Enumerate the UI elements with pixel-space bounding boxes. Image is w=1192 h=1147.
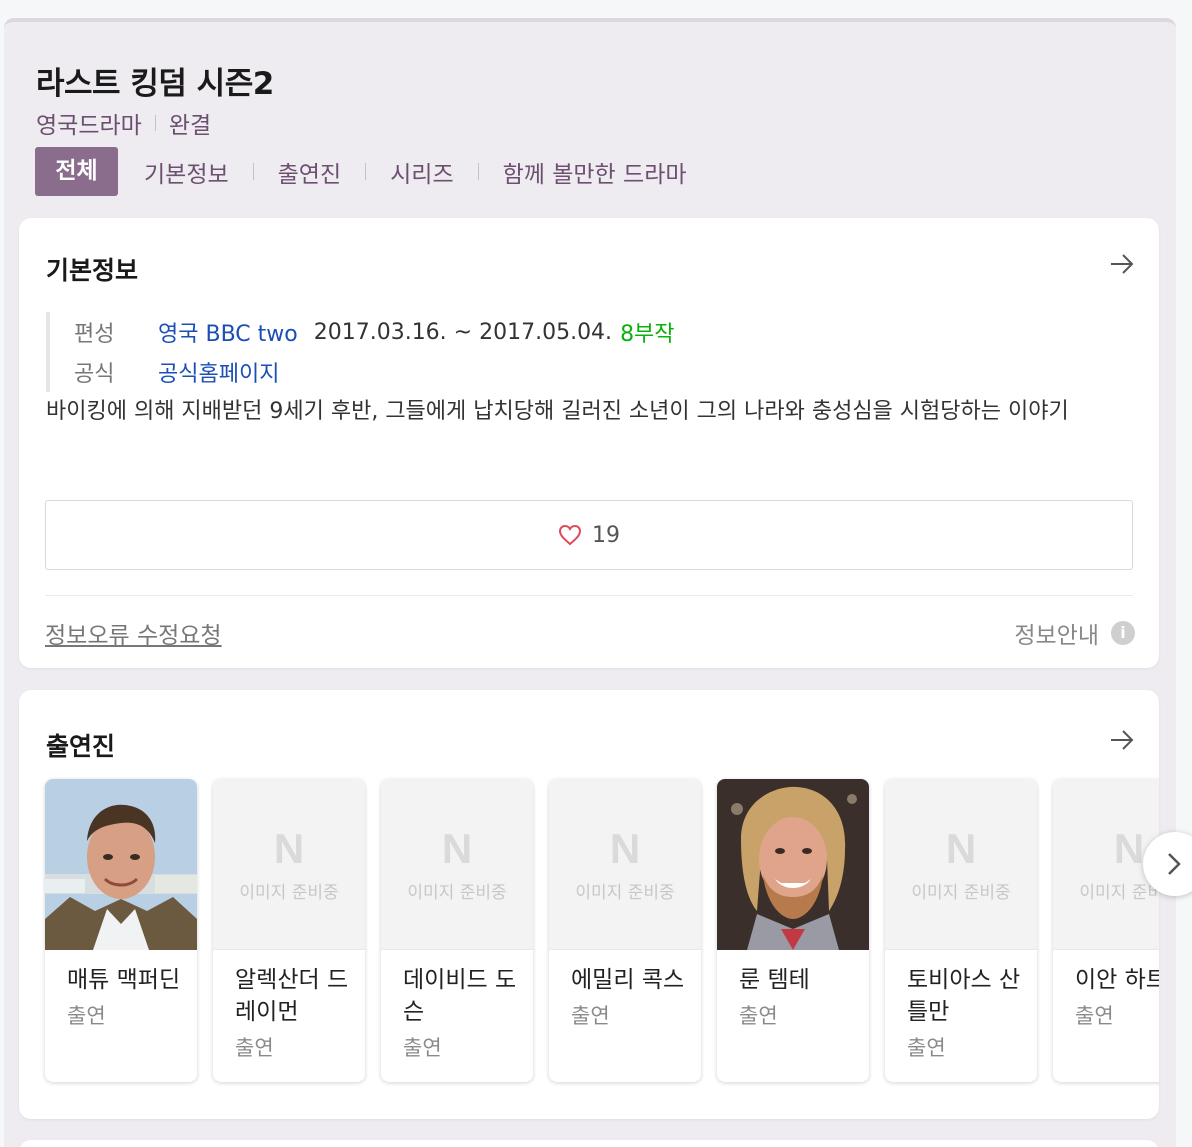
cast-role: 출연 [235, 1036, 274, 1060]
basic-info-card: 기본정보 편성 영국 BBC two 2017.03.16. ~ 2017.05… [19, 218, 1159, 668]
cast-name-text: 이안 하트 [1075, 967, 1159, 993]
cast-name-text: 에밀리 콕스 [571, 967, 685, 993]
tab-cast[interactable]: 출연진 [278, 155, 341, 189]
tab-series[interactable]: 시리즈 [390, 155, 453, 189]
synopsis: 바이킹에 의해 지배받던 9세기 후반, 그들에게 납치당해 길러진 소년이 그… [46, 399, 1069, 424]
channel-link[interactable]: 영국 BBC two [158, 316, 298, 348]
naver-n-icon: N [609, 824, 641, 872]
info-notice[interactable]: 정보안내 i [1014, 616, 1135, 650]
naver-n-icon: N [441, 824, 473, 872]
cast-name-text: 알렉산더 드레이먼 [235, 967, 349, 1025]
tab-divider [477, 163, 479, 180]
cast-name-text: 데이비드 도슨 [403, 967, 517, 1025]
cast-item[interactable]: N 이미지 준비중 에밀리 콕스 출연 [549, 779, 701, 1082]
broadcast-row: 편성 영국 BBC two 2017.03.16. ~ 2017.05.04. … [74, 312, 675, 352]
cast-name: 토비아스 산틀만 출연 [907, 964, 1032, 1064]
report-error-link[interactable]: 정보오류 수정요청 [45, 616, 222, 650]
cast-list: 매튜 맥퍼딘 출연 N 이미지 준비중 알렉산더 드레이먼 출연 N 이미지 준… [45, 779, 1159, 1082]
cast-item[interactable]: 룬 템테 출연 [717, 779, 869, 1082]
drama-meta: 영국드라마 완결 [36, 106, 211, 140]
cast-item[interactable]: N 이미지 준비중 데이비드 도슨 출연 [381, 779, 533, 1082]
broadcast-label: 편성 [74, 322, 115, 347]
drama-info-panel: 라스트 킹덤 시즌2 영국드라마 완결 전체 기본정보 출연진 시리즈 함께 볼… [4, 18, 1176, 1147]
placeholder-text: 이미지 준비중 [575, 882, 675, 903]
tab-divider [365, 163, 367, 180]
image-placeholder: N 이미지 준비중 [381, 779, 533, 950]
cast-photo [45, 779, 197, 950]
image-placeholder: N 이미지 준비중 [213, 779, 365, 950]
heart-icon [558, 524, 582, 546]
tab-basic-info[interactable]: 기본정보 [144, 155, 229, 189]
cast-name: 알렉산더 드레이먼 출연 [235, 964, 360, 1064]
arrow-right-icon[interactable] [1109, 253, 1135, 275]
info-icon: i [1111, 621, 1135, 645]
cast-name: 룬 템테 출연 [739, 964, 864, 1032]
meta-divider [154, 115, 156, 131]
episode-count: 8부작 [620, 322, 675, 347]
cast-item[interactable]: N 이미지 준비중 토비아스 산틀만 출연 [885, 779, 1037, 1082]
official-row: 공식 공식홈페이지 [74, 352, 675, 392]
naver-n-icon: N [945, 824, 977, 872]
official-homepage-link[interactable]: 공식홈페이지 [158, 356, 279, 388]
next-section-card [19, 1140, 1159, 1147]
cast-role: 출연 [571, 1004, 610, 1028]
cast-card-section: 출연진 매튜 맥퍼딘 출연 N 이미지 준비중 알렉산더 드레이먼 출연 N 이… [19, 690, 1159, 1119]
cast-item[interactable]: N 이미지 준비중 알렉산더 드레이먼 출연 [213, 779, 365, 1082]
naver-n-icon: N [273, 824, 305, 872]
cast-item[interactable]: 매튜 맥퍼딘 출연 [45, 779, 197, 1082]
placeholder-text: 이미지 준비중 [239, 882, 339, 903]
official-label: 공식 [74, 362, 115, 387]
cast-role: 출연 [67, 1004, 106, 1028]
broadcast-info: 편성 영국 BBC two 2017.03.16. ~ 2017.05.04. … [46, 312, 675, 392]
cast-photo [717, 779, 869, 950]
naver-n-icon: N [1113, 824, 1145, 872]
divider [45, 595, 1133, 596]
broadcast-period: 2017.03.16. ~ 2017.05.04. [313, 319, 613, 345]
chevron-right-icon [1168, 853, 1181, 875]
cast-name: 이안 하트 출연 [1075, 964, 1159, 1032]
genre-link[interactable]: 영국드라마 [36, 106, 142, 140]
image-placeholder: N 이미지 준비중 [885, 779, 1037, 950]
arrow-right-icon[interactable] [1109, 729, 1135, 751]
cast-role: 출연 [1075, 1004, 1114, 1028]
cast-name-text: 룬 템테 [739, 967, 810, 993]
cast-name: 에밀리 콕스 출연 [571, 964, 696, 1032]
tab-bar: 전체 기본정보 출연진 시리즈 함께 볼만한 드라마 [35, 147, 687, 196]
page-title: 라스트 킹덤 시즌2 [36, 66, 274, 102]
status-text: 완결 [168, 113, 212, 139]
cast-role: 출연 [403, 1036, 442, 1060]
cast-item[interactable]: N 이미지 준비중 이안 하트 출연 [1053, 779, 1159, 1082]
image-placeholder: N 이미지 준비중 [549, 779, 701, 950]
tab-all[interactable]: 전체 [35, 147, 118, 196]
cast-name: 매튜 맥퍼딘 출연 [67, 964, 192, 1032]
like-count: 19 [592, 522, 620, 548]
cast-name: 데이비드 도슨 출연 [403, 964, 528, 1064]
tab-divider [252, 163, 254, 180]
cast-title: 출연진 [46, 732, 116, 761]
placeholder-text: 이미지 준비중 [407, 882, 507, 903]
like-button[interactable]: 19 [45, 500, 1133, 570]
cast-name-text: 매튜 맥퍼딘 [67, 967, 181, 993]
tab-similar-dramas[interactable]: 함께 볼만한 드라마 [503, 155, 687, 189]
cast-role: 출연 [739, 1004, 778, 1028]
placeholder-text: 이미지 준비중 [911, 882, 1011, 903]
scroll-next-button[interactable] [1143, 832, 1192, 896]
cast-name-text: 토비아스 산틀만 [907, 967, 1021, 1025]
basic-info-title: 기본정보 [46, 256, 139, 285]
info-notice-label: 정보안내 [1014, 623, 1099, 649]
cast-role: 출연 [907, 1036, 946, 1060]
